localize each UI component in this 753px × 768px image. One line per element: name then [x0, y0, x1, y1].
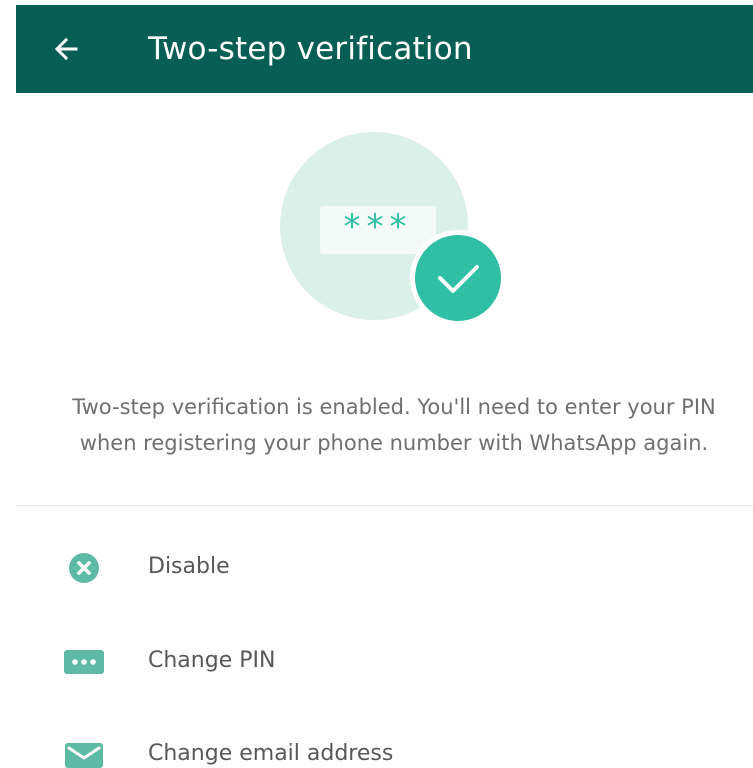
screen-edge [0, 0, 16, 768]
check-badge [415, 235, 501, 321]
page-title: Two-step verification [148, 31, 473, 67]
change-email-option-label: Change email address [148, 741, 394, 766]
arrow-left-icon [54, 37, 78, 61]
change-pin-option[interactable]: Change PIN [16, 625, 753, 697]
app-bar: Two-step verification [16, 5, 753, 93]
change-pin-option-label: Change PIN [148, 648, 276, 673]
two-step-verification-screen: Two-step verification *** Two-step verif… [0, 0, 753, 768]
pin-dots-icon [64, 650, 104, 674]
mail-icon [65, 743, 103, 768]
disable-option-label: Disable [148, 554, 230, 579]
status-description: Two-step verification is enabled. You'll… [72, 395, 716, 455]
change-pin-option-icon [62, 647, 106, 677]
verification-illustration: *** [272, 132, 508, 322]
change-email-option[interactable]: Change email address [16, 718, 753, 768]
close-circle-icon [69, 553, 99, 583]
divider [16, 505, 753, 506]
pin-mask: *** [344, 207, 413, 247]
disable-option-icon [62, 553, 106, 583]
change-email-option-icon [62, 740, 106, 768]
back-button[interactable] [46, 27, 90, 71]
disable-option[interactable]: Disable [16, 531, 753, 603]
